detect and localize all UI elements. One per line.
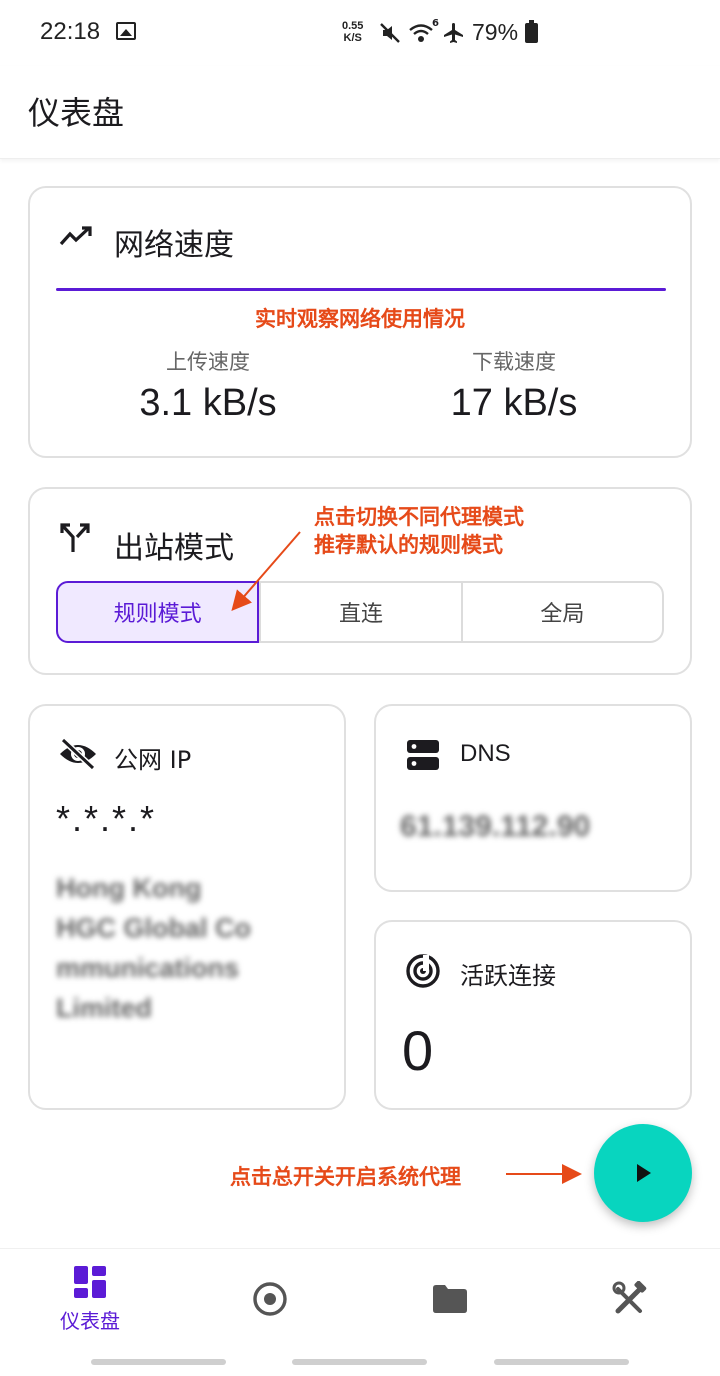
dns-server-icon bbox=[407, 740, 439, 770]
nav-proxies[interactable] bbox=[180, 1249, 360, 1349]
bottom-navigation: 仪表盘 bbox=[0, 1248, 720, 1376]
active-connections-card[interactable]: 活跃连接 0 bbox=[374, 920, 692, 1110]
gesture-bar-segment bbox=[292, 1359, 427, 1365]
visibility-off-icon bbox=[60, 738, 96, 770]
dns-title: DNS bbox=[460, 740, 511, 767]
dns-card[interactable]: DNS 61.139.112.90 bbox=[374, 704, 692, 892]
nav-profiles[interactable] bbox=[360, 1249, 540, 1349]
gesture-bar-segment bbox=[494, 1359, 629, 1365]
active-connections-title: 活跃连接 bbox=[460, 962, 556, 990]
public-ip-card[interactable]: 公网 IP *.*.*.* Hong Kong HGC Global Co mm… bbox=[28, 704, 346, 1110]
tools-icon bbox=[612, 1281, 647, 1314]
radar-icon bbox=[406, 954, 440, 988]
dns-value: 61.139.112.90 bbox=[400, 810, 591, 843]
gesture-bar-segment bbox=[91, 1359, 226, 1365]
nav-dashboard-label: 仪表盘 bbox=[60, 1308, 120, 1333]
public-ip-value: *.*.*.* bbox=[56, 798, 157, 839]
public-ip-title: 公网 IP bbox=[114, 746, 192, 774]
proxy-icon bbox=[253, 1282, 287, 1316]
nav-dashboard[interactable]: 仪表盘 bbox=[0, 1249, 180, 1349]
mode-annotation-arrow bbox=[231, 531, 301, 612]
dashboard-icon bbox=[74, 1265, 106, 1298]
fab-annotation: 点击总开关开启系统代理 bbox=[230, 1165, 461, 1189]
ip-location: Hong Kong HGC Global Co mmunications Lim… bbox=[56, 873, 251, 1023]
nav-tools[interactable] bbox=[540, 1249, 720, 1349]
start-proxy-button[interactable] bbox=[594, 1124, 692, 1222]
active-connections-value: 0 bbox=[402, 1019, 434, 1082]
play-icon bbox=[637, 1164, 651, 1182]
folder-icon bbox=[433, 1285, 467, 1313]
